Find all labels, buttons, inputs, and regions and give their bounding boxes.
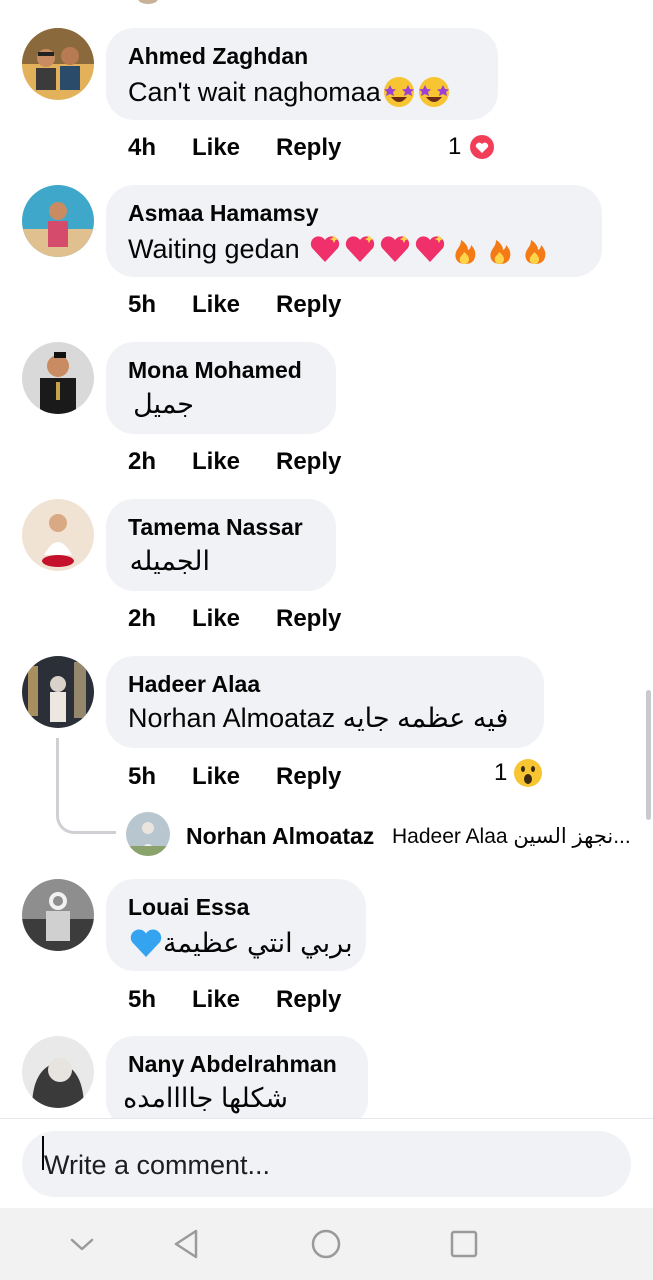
fire-icon [518, 232, 552, 266]
avatar[interactable] [22, 499, 94, 571]
avatar[interactable] [22, 342, 94, 414]
comment-author[interactable]: Tamema Nassar [128, 514, 303, 541]
like-button[interactable]: Like [192, 763, 240, 791]
comment-author[interactable]: Ahmed Zaghdan [128, 43, 308, 70]
comment-bubble[interactable]: Nany Abdelrahman شكلها جاااامده [106, 1036, 368, 1118]
wow-reaction-icon [514, 759, 543, 787]
comment-text-content: بربي انتي عظيمة [163, 927, 353, 958]
reply-thread-line [56, 738, 116, 834]
comment-time[interactable]: 5h [128, 986, 156, 1014]
love-reaction-icon [468, 133, 497, 161]
reply-button[interactable]: Reply [276, 291, 341, 319]
text-cursor [42, 1136, 44, 1170]
comment-bubble[interactable]: Asmaa Hamamsy Waiting gedan [106, 185, 602, 277]
reaction-count[interactable]: 1 [494, 758, 543, 788]
like-button[interactable]: Like [192, 134, 240, 162]
like-button[interactable]: Like [192, 986, 240, 1014]
reply-button[interactable]: Reply [276, 763, 341, 791]
star-struck-icon [417, 75, 451, 109]
comments-feed: Ahmed Zaghdan Can't wait naghomaa 4h Lik… [0, 0, 653, 1118]
comment-text: Waiting gedan [128, 232, 552, 266]
avatar[interactable] [22, 879, 94, 951]
reaction-count[interactable]: 1 [448, 132, 497, 162]
avatar[interactable] [22, 185, 94, 257]
recents-square-icon[interactable] [444, 1224, 484, 1264]
comment-bubble[interactable]: Tamema Nassar الجميله [106, 499, 336, 591]
sparkling-heart-icon [308, 232, 342, 266]
comment-bubble[interactable]: Mona Mohamed جميل [106, 342, 336, 434]
previous-comment-edge [138, 0, 158, 4]
comment-time[interactable]: 5h [128, 291, 156, 319]
like-button[interactable]: Like [192, 291, 240, 319]
sparkling-heart-icon [413, 232, 447, 266]
comment-composer[interactable] [22, 1131, 631, 1199]
star-struck-icon [382, 75, 416, 109]
like-button[interactable]: Like [192, 448, 240, 476]
sparkling-heart-icon [343, 232, 377, 266]
scrollbar[interactable] [646, 690, 651, 820]
reply-button[interactable]: Reply [276, 448, 341, 476]
comment-time[interactable]: 2h [128, 605, 156, 633]
comment-text-content: Can't wait naghomaa [128, 76, 381, 107]
comment-input[interactable] [42, 1131, 606, 1199]
home-circle-icon[interactable] [306, 1224, 346, 1264]
sparkling-heart-icon [378, 232, 412, 266]
system-navigation-bar [0, 1208, 653, 1280]
comment-time[interactable]: 5h [128, 763, 156, 791]
comment-author[interactable]: Hadeer Alaa [128, 671, 260, 698]
comment-text-content: Norhan Almoataz فيه عظمه جايه [128, 703, 509, 733]
reply-text: Hadeer Alaa نجهز السين... [392, 825, 631, 848]
reply-preview[interactable]: Norhan Almoataz Hadeer Alaa نجهز السين..… [126, 812, 646, 858]
comment-text-content: شكلها جاااامده [123, 1083, 288, 1113]
reply-author[interactable]: Norhan Almoataz [186, 823, 374, 850]
comment-composer-bar [0, 1118, 653, 1209]
comment-bubble[interactable]: Ahmed Zaghdan Can't wait naghomaa [106, 28, 498, 120]
like-button[interactable]: Like [192, 605, 240, 633]
reply-button[interactable]: Reply [276, 986, 341, 1014]
avatar[interactable] [126, 812, 170, 856]
comment-time[interactable]: 4h [128, 134, 156, 162]
comment-text-content: Waiting gedan [128, 233, 308, 264]
comment-text: الجميله [130, 546, 210, 577]
blue-heart-icon [129, 926, 163, 960]
reaction-count-number: 1 [494, 759, 508, 786]
comment-text-content: الجميله [129, 546, 210, 576]
comment-bubble[interactable]: Louai Essa بربي انتي عظيمة [106, 879, 366, 971]
chevron-down-icon[interactable] [62, 1224, 102, 1264]
reply-button[interactable]: Reply [276, 134, 341, 162]
comment-author[interactable]: Nany Abdelrahman [128, 1051, 337, 1078]
comment-author[interactable]: Mona Mohamed [128, 357, 302, 384]
reply-button[interactable]: Reply [276, 605, 341, 633]
back-triangle-icon[interactable] [166, 1224, 206, 1264]
comment-text: بربي انتي عظيمة [128, 926, 353, 960]
comment-time[interactable]: 2h [128, 448, 156, 476]
reaction-count-number: 1 [448, 133, 462, 160]
comment-author[interactable]: Louai Essa [128, 894, 249, 921]
comment-author[interactable]: Asmaa Hamamsy [128, 200, 319, 227]
comment-text: Norhan Almoataz فيه عظمه جايه [128, 703, 508, 734]
fire-icon [483, 232, 517, 266]
fire-icon [448, 232, 482, 266]
comment-text-content: جميل [133, 389, 194, 419]
avatar[interactable] [22, 1036, 94, 1108]
comment-bubble[interactable]: Hadeer Alaa Norhan Almoataz فيه عظمه جاي… [106, 656, 544, 748]
comment-text: جميل [133, 389, 194, 420]
comment-text: Can't wait naghomaa [128, 75, 451, 109]
comment-text: شكلها جاااامده [123, 1083, 288, 1114]
avatar[interactable] [22, 28, 94, 100]
avatar[interactable] [22, 656, 94, 728]
